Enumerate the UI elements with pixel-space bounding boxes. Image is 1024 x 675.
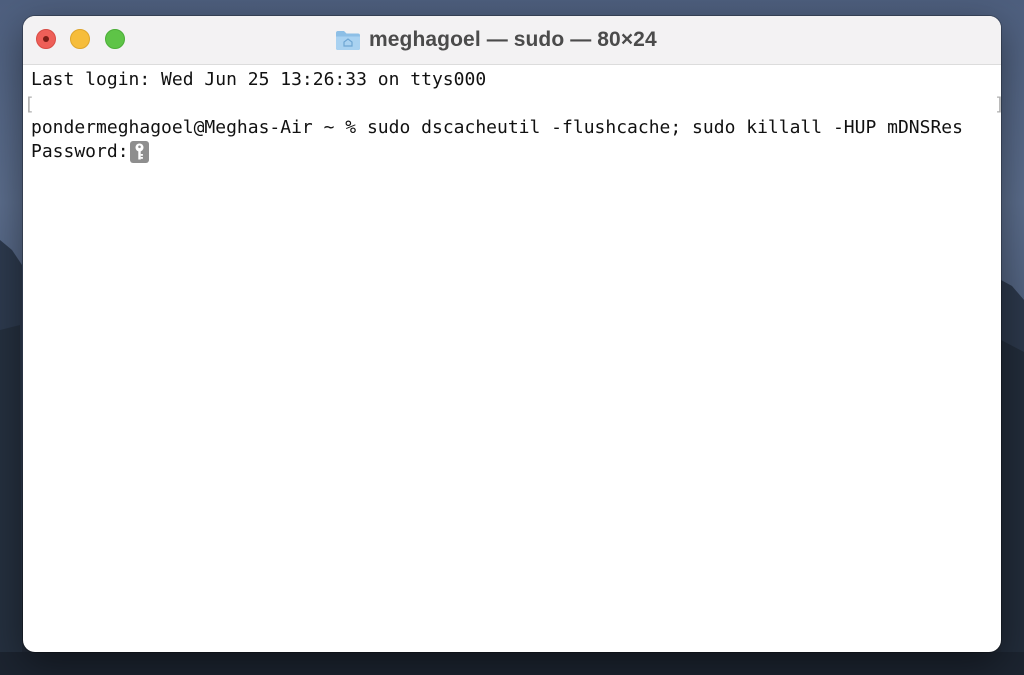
- title-bar[interactable]: meghagoel — sudo — 80×24: [23, 16, 1001, 65]
- folder-icon: [336, 31, 360, 50]
- maximize-button[interactable]: [105, 29, 125, 49]
- window-title-group: meghagoel — sudo — 80×24: [335, 25, 657, 55]
- close-dot-icon: [43, 36, 49, 42]
- close-button[interactable]: [36, 29, 56, 49]
- window-title: meghagoel — sudo — 80×24: [369, 28, 657, 51]
- terminal-output[interactable]: Last login: Wed Jun 25 13:26:33 on ttys0…: [24, 68, 1001, 164]
- terminal-window: meghagoel — sudo — 80×24 Last login: Wed…: [23, 16, 1001, 652]
- terminal-command-line: [meghagoel@Meghas-Air ~ % sudo dscacheut…: [24, 92, 1001, 138]
- prompt-marker-start-icon: [: [24, 94, 35, 115]
- password-prompt: Password:: [31, 141, 129, 162]
- key-icon: [129, 141, 149, 163]
- terminal-password-line: Password:: [31, 140, 997, 164]
- minimize-button[interactable]: [70, 29, 90, 49]
- prompt-marker-end-icon: ]: [994, 93, 1001, 117]
- terminal-line: ponder: [31, 117, 97, 138]
- terminal-line: Last login: Wed Jun 25 13:26:33 on ttys0…: [31, 69, 487, 90]
